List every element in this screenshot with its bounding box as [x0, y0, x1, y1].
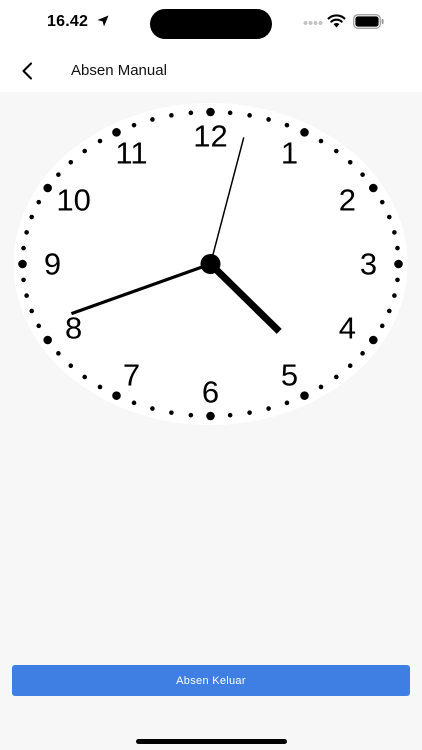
clock-tick — [300, 128, 309, 137]
clock-center-cap — [200, 254, 221, 274]
clock-tick — [43, 183, 52, 193]
analog-clock: 12 1234567891011 — [13, 103, 408, 425]
back-button[interactable] — [12, 56, 44, 86]
clock-tick — [360, 351, 365, 356]
clock-tick — [395, 245, 400, 251]
clock-tick — [36, 199, 42, 205]
clock-tick — [247, 113, 252, 118]
clock-tick — [150, 117, 155, 122]
clock-tick — [21, 277, 26, 283]
clock-tick — [21, 245, 26, 251]
wifi-icon — [327, 14, 346, 28]
clock-tick — [206, 107, 215, 117]
clock-tick — [334, 148, 339, 154]
clock-tick — [369, 335, 378, 345]
clock-tick — [387, 308, 392, 314]
clock-tick — [347, 159, 353, 165]
clock-numeral-1: 1 — [281, 136, 298, 171]
clock-tick — [394, 259, 403, 269]
clock-tick — [266, 117, 271, 122]
cellular-signal-icon — [303, 21, 323, 25]
clock-tick — [247, 410, 252, 415]
clock-tick — [97, 384, 103, 390]
chevron-left-icon — [22, 62, 33, 80]
clock-tick — [369, 183, 378, 193]
clock-tick — [318, 138, 324, 144]
clock-numeral-7: 7 — [123, 357, 140, 392]
clock-tick — [18, 259, 27, 269]
status-time: 16.42 — [47, 13, 89, 30]
clock-numeral-10: 10 — [56, 183, 90, 218]
battery-icon — [353, 14, 384, 29]
clock-tick — [82, 374, 87, 380]
clock-numeral-4: 4 — [339, 311, 356, 346]
clock-numeral-8: 8 — [65, 311, 82, 346]
clock-tick — [131, 400, 137, 406]
clock-tick — [68, 159, 74, 165]
clock-tick — [300, 391, 309, 400]
clock-tick — [284, 122, 290, 128]
clock-tick — [395, 277, 400, 283]
clock-tick — [43, 335, 52, 345]
clock-numeral-2: 2 — [339, 183, 356, 218]
clock-tick — [227, 110, 233, 116]
clock-tick — [29, 308, 34, 314]
clock-numeral-5: 5 — [281, 357, 298, 392]
clock-numeral-6: 6 — [202, 375, 219, 410]
location-arrow-icon — [97, 15, 109, 27]
clock-tick — [188, 110, 194, 116]
clock-tick — [29, 214, 34, 220]
clock-tick — [112, 391, 121, 400]
clock-tick — [169, 410, 174, 415]
clock-tick — [284, 400, 290, 406]
home-indicator — [136, 739, 287, 744]
clock-tick — [379, 323, 385, 329]
clock-numeral-12: 12 — [193, 119, 227, 154]
clock-tick — [318, 384, 324, 390]
clock-tick — [188, 412, 194, 418]
clock-tick — [56, 351, 61, 356]
clock-tick — [347, 363, 353, 369]
app-header: Absen Manual — [0, 48, 422, 92]
clock-tick — [97, 138, 103, 144]
clock-tick — [360, 172, 365, 177]
clock-numeral-9: 9 — [44, 247, 61, 282]
clock-tick — [392, 230, 397, 235]
clock-tick — [379, 199, 385, 205]
clock-tick — [266, 406, 271, 411]
clock-tick — [24, 293, 29, 298]
clock-tick — [24, 230, 29, 235]
clock-tick — [392, 293, 397, 298]
clock-tick — [206, 411, 215, 421]
clock-tick — [334, 374, 339, 380]
clock-tick — [387, 214, 392, 220]
dynamic-island — [150, 9, 272, 39]
clock-tick — [56, 172, 61, 177]
checkout-button[interactable]: Absen Keluar — [12, 665, 410, 696]
clock-numeral-3: 3 — [360, 247, 377, 282]
status-bar: 16.42 — [0, 0, 422, 48]
clock-tick — [169, 113, 174, 118]
clock-numeral-11: 11 — [115, 136, 147, 171]
clock-tick — [150, 406, 155, 411]
clock-tick — [36, 323, 42, 329]
page-title: Absen Manual — [71, 62, 167, 79]
clock-tick — [82, 148, 87, 154]
clock-tick — [68, 363, 74, 369]
clock-tick — [227, 412, 233, 418]
clock-tick — [131, 122, 137, 128]
